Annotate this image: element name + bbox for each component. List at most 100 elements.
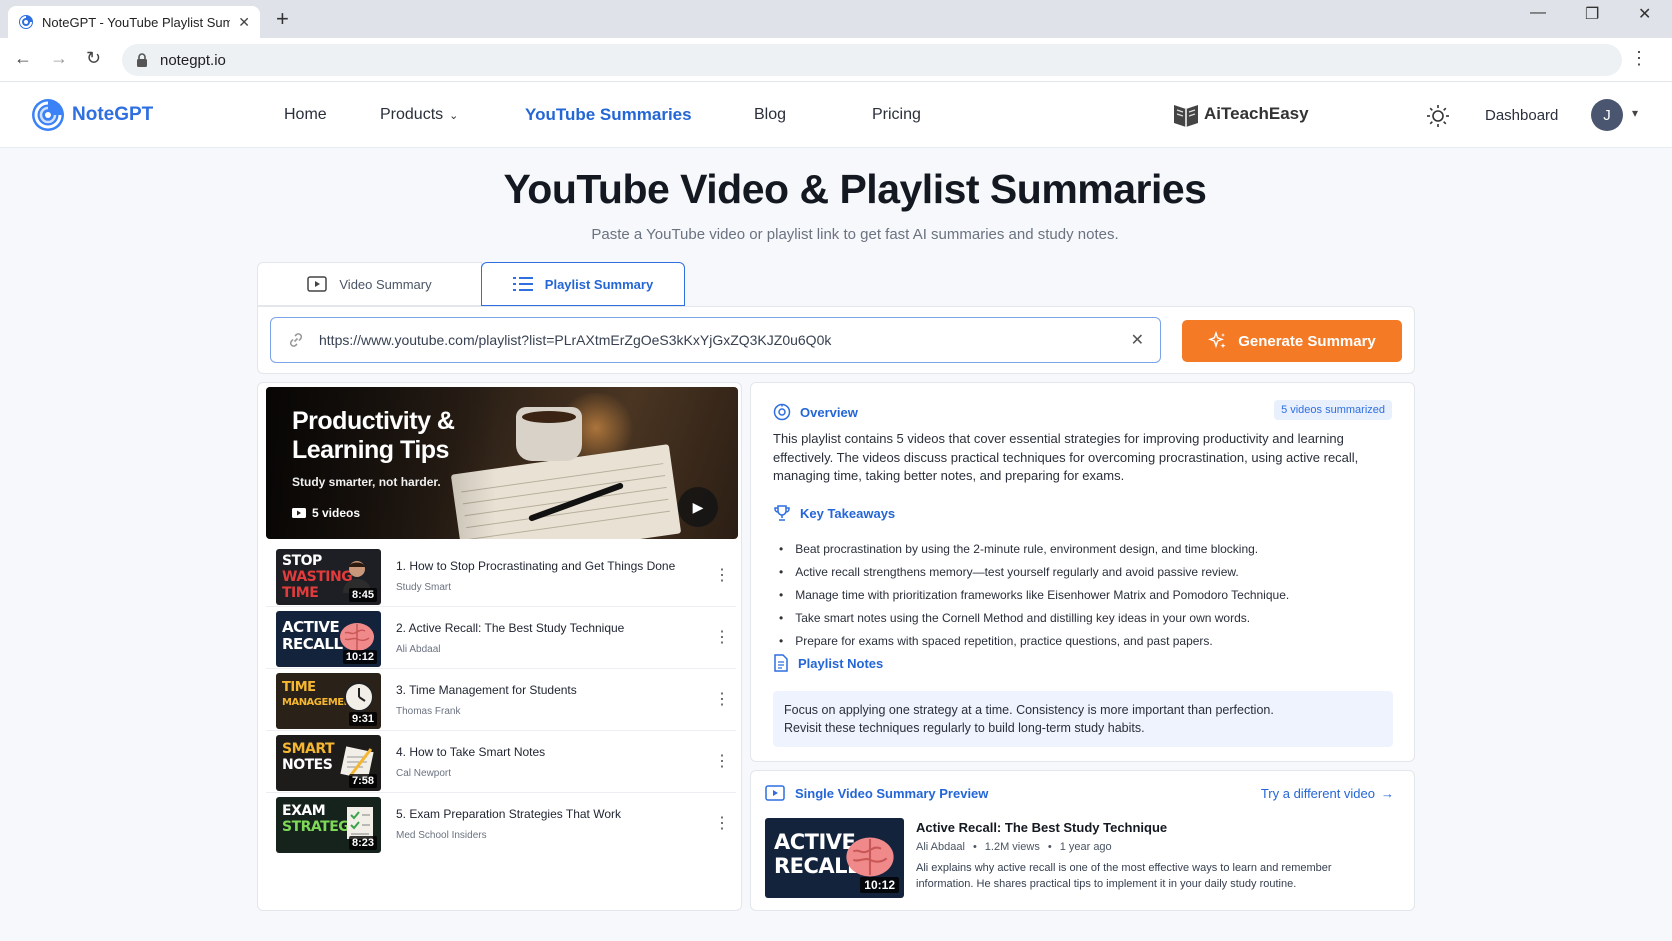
reload-icon[interactable]: ↻ bbox=[86, 48, 101, 69]
theme-toggle-sun-icon[interactable] bbox=[1426, 104, 1450, 128]
site-header: NoteGPT Home Products ⌄ YouTube Summarie… bbox=[0, 82, 1672, 148]
partner-name: AiTeachEasy bbox=[1204, 104, 1309, 123]
dashboard-link[interactable]: Dashboard bbox=[1485, 107, 1558, 124]
trophy-icon bbox=[774, 505, 790, 521]
generate-summary-button[interactable]: Generate Summary bbox=[1182, 320, 1402, 362]
video-author: Ali Abdaal bbox=[396, 644, 441, 655]
meta-separator: • bbox=[1047, 841, 1052, 853]
list-item: Prepare for exams with spaced repetition… bbox=[773, 629, 1383, 652]
playlist-panel: Productivity & Learning Tips Study smart… bbox=[257, 382, 742, 911]
preview-description: Ali explains why active recall is one of… bbox=[916, 862, 1332, 890]
overview-heading: Overview bbox=[773, 403, 858, 421]
playlist-notes-heading: Playlist Notes bbox=[773, 654, 883, 672]
playlist-video-item[interactable]: STOP WASTING TIME 8:45 1. How to Stop Proc… bbox=[266, 545, 736, 607]
more-options-icon[interactable]: ⋮ bbox=[714, 813, 730, 833]
banner-coffee-mug bbox=[516, 407, 582, 461]
video-title[interactable]: 5. Exam Preparation Strategies That Work bbox=[396, 807, 621, 821]
preview-thumbnail[interactable]: ACTIVE RECALL 10:12 bbox=[765, 818, 904, 898]
key-takeaways-heading: Key Takeaways bbox=[773, 504, 895, 522]
video-author: Thomas Frank bbox=[396, 706, 461, 717]
more-options-icon[interactable]: ⋮ bbox=[714, 565, 730, 585]
video-count-icon bbox=[292, 508, 306, 518]
nav-youtube-summaries[interactable]: YouTube Summaries bbox=[525, 105, 692, 125]
logo-text: NoteGPT bbox=[72, 104, 154, 125]
video-duration: 10:12 bbox=[342, 650, 377, 664]
browser-menu-icon[interactable]: ⋮ bbox=[1630, 48, 1648, 69]
restore-icon[interactable]: ❐ bbox=[1585, 4, 1599, 24]
video-thumbnail: TIME MANAGEMENT 9:31 bbox=[276, 673, 381, 729]
video-title[interactable]: 3. Time Management for Students bbox=[396, 683, 577, 697]
preview-views: 1.2M views bbox=[984, 841, 1040, 853]
back-arrow-icon[interactable]: ← bbox=[14, 48, 32, 69]
key-takeaways-label: Key Takeaways bbox=[800, 505, 896, 521]
playlist-video-item[interactable]: EXAM STRATEGY 8:23 5. Exam Preparation St… bbox=[266, 793, 736, 855]
avatar[interactable]: J bbox=[1591, 99, 1623, 131]
nav-products-label: Products bbox=[380, 106, 444, 123]
browser-tabstrip: NoteGPT - YouTube Playlist Sum ✕ + — ❐ ✕ bbox=[0, 0, 1672, 38]
playlist-url-input[interactable]: https://www.youtube.com/playlist?list=PL… bbox=[270, 317, 1161, 363]
tab-video-summary[interactable]: Video Summary bbox=[257, 262, 482, 306]
aiteacheasy-link[interactable]: AiTeachEasy bbox=[1172, 101, 1309, 127]
playlist-video-item[interactable]: TIME MANAGEMENT 9:31 3. Time Management f… bbox=[266, 669, 736, 731]
address-bar: ← → ↻ notegpt.io ⋮ bbox=[0, 38, 1672, 82]
account-chevron-down-icon[interactable]: ▾ bbox=[1632, 106, 1638, 120]
arrow-right-icon: → bbox=[1381, 786, 1394, 801]
nav-blog[interactable]: Blog bbox=[754, 106, 786, 124]
video-title[interactable]: 1. How to Stop Procrastinating and Get T… bbox=[396, 559, 675, 573]
preview-heading: Single Video Summary Preview bbox=[765, 785, 988, 801]
notes-line-2: Revisit these techniques regularly to bu… bbox=[784, 721, 1145, 735]
video-title[interactable]: 4. How to Take Smart Notes bbox=[396, 745, 545, 759]
meta-separator: • bbox=[972, 841, 977, 853]
preview-age: 1 year ago bbox=[1059, 841, 1112, 853]
more-options-icon[interactable]: ⋮ bbox=[714, 751, 730, 771]
play-icon[interactable]: ▶ bbox=[678, 487, 718, 527]
nav-products[interactable]: Products ⌄ bbox=[380, 106, 458, 124]
video-title[interactable]: 2. Active Recall: The Best Study Techniq… bbox=[396, 621, 624, 635]
close-tab-icon[interactable]: ✕ bbox=[238, 14, 250, 31]
new-tab-icon[interactable]: + bbox=[276, 6, 289, 32]
nav-pricing[interactable]: Pricing bbox=[872, 106, 921, 124]
playlist-video-item[interactable]: SMART NOTES 7:58 4. How to Take Smart Not… bbox=[266, 731, 736, 793]
forward-arrow-icon[interactable]: → bbox=[50, 48, 68, 69]
more-options-icon[interactable]: ⋮ bbox=[714, 689, 730, 709]
video-duration: 7:58 bbox=[348, 774, 377, 788]
preview-heading-label: Single Video Summary Preview bbox=[795, 785, 989, 801]
preview-author: Ali Abdaal bbox=[916, 841, 965, 853]
minimize-icon[interactable]: — bbox=[1530, 4, 1546, 22]
link-icon bbox=[289, 333, 303, 347]
takeaways-list: Beat procrastination by using the 2-minu… bbox=[773, 537, 1383, 652]
video-thumbnail: ACTIVE RECALL 10:12 bbox=[276, 611, 381, 667]
video-count-label: 5 videos bbox=[312, 506, 361, 520]
playlist-video-count: 5 videos bbox=[292, 506, 360, 520]
clear-input-icon[interactable]: ✕ bbox=[1131, 330, 1144, 350]
document-icon bbox=[774, 654, 788, 672]
playlist-video-item[interactable]: ACTIVE RECALL 10:12 2. Active Recall: The… bbox=[266, 607, 736, 669]
window-close-icon[interactable]: ✕ bbox=[1638, 4, 1651, 24]
notegpt-logo[interactable]: NoteGPT bbox=[30, 97, 153, 133]
sparkle-icon bbox=[1208, 331, 1226, 349]
more-options-icon[interactable]: ⋮ bbox=[714, 627, 730, 647]
nav-home[interactable]: Home bbox=[284, 106, 327, 124]
lock-icon bbox=[137, 53, 147, 67]
list-item: Manage time with prioritization framewor… bbox=[773, 583, 1383, 606]
video-author: Study Smart bbox=[396, 582, 452, 593]
video-duration: 9:31 bbox=[348, 712, 377, 726]
browser-tab-title: NoteGPT - YouTube Playlist Sum bbox=[42, 14, 231, 30]
url-omnibox[interactable]: notegpt.io bbox=[122, 44, 1622, 76]
video-icon bbox=[307, 276, 328, 292]
playlist-url-value: https://www.youtube.com/playlist?list=PL… bbox=[319, 332, 832, 348]
video-thumbnail: EXAM STRATEGY 8:23 bbox=[276, 797, 381, 853]
summary-panel: Overview 5 videos summarized This playli… bbox=[750, 382, 1415, 762]
playlist-banner[interactable]: Productivity & Learning Tips Study smart… bbox=[266, 387, 738, 539]
overview-text: This playlist contains 5 videos that cov… bbox=[773, 431, 1359, 483]
url-text: notegpt.io bbox=[160, 51, 226, 69]
list-item: Beat procrastination by using the 2-minu… bbox=[773, 537, 1383, 560]
notes-line-1: Focus on applying one strategy at a time… bbox=[784, 703, 1274, 717]
playlist-subtitle: Study smarter, not harder. bbox=[292, 475, 441, 489]
tab-playlist-summary[interactable]: Playlist Summary bbox=[481, 262, 685, 306]
playlist-title: Productivity & Learning Tips bbox=[292, 407, 455, 464]
browser-tab[interactable]: NoteGPT - YouTube Playlist Sum ✕ bbox=[8, 6, 260, 38]
try-different-video-link[interactable]: Try a different video → bbox=[1261, 786, 1394, 801]
tab-playlist-summary-label: Playlist Summary bbox=[544, 276, 654, 292]
preview-video-title[interactable]: Active Recall: The Best Study Technique bbox=[916, 820, 1167, 835]
